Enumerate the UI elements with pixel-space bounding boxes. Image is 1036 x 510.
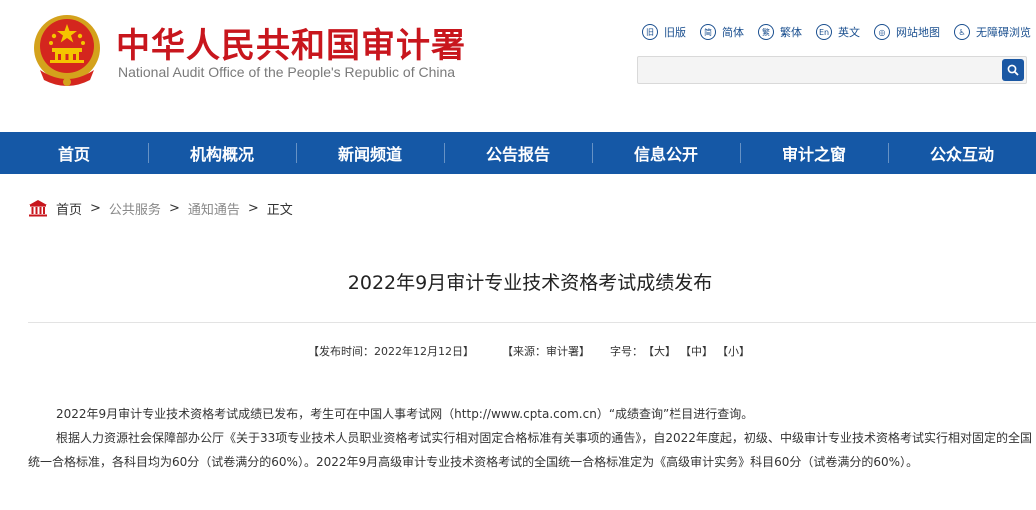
toplink-label: 旧版 <box>664 26 686 39</box>
site-header: 中华人民共和国审计署 National Audit Office of the … <box>0 0 1036 132</box>
nav-audit-window[interactable]: 审计之窗 <box>740 132 888 174</box>
article-source: 【来源：审计署】 <box>502 345 590 358</box>
site-title: 中华人民共和国审计署 <box>116 26 466 66</box>
site-subtitle: National Audit Office of the People's Re… <box>118 64 456 80</box>
toplink-simplified[interactable]: 简 简体 <box>700 24 744 40</box>
article-paragraph: 2022年9月审计专业技术资格考试成绩已发布，考生可在中国人事考试网（http:… <box>56 407 754 421</box>
national-emblem-logo[interactable] <box>30 10 104 90</box>
accessibility-icon: ♿ <box>954 24 970 40</box>
font-size-label: 字号： <box>610 345 643 358</box>
toplink-sitemap[interactable]: ◎ 网站地图 <box>874 24 940 40</box>
nav-about[interactable]: 机构概况 <box>148 132 296 174</box>
traditional-icon: 繁 <box>758 24 774 40</box>
search-box <box>637 56 1027 84</box>
main-nav: 首页 机构概况 新闻频道 公告报告 信息公开 审计之窗 公众互动 <box>0 132 1036 174</box>
font-size-medium-button[interactable]: 【中】 <box>680 343 713 359</box>
toplink-label: 英文 <box>838 26 860 39</box>
nav-interaction[interactable]: 公众互动 <box>888 132 1036 174</box>
simplified-icon: 简 <box>700 24 716 40</box>
breadcrumb-home[interactable]: 首页 <box>56 199 82 218</box>
publish-date: 【发布时间：2022年12月12日】 <box>308 345 474 358</box>
article-paragraph: 根据人力资源社会保障部办公厅《关于33项专业技术人员职业资格考试实行相对固定合格… <box>28 431 1032 469</box>
nav-home[interactable]: 首页 <box>0 132 148 174</box>
article-title: 2022年9月审计专业技术资格考试成绩发布 <box>347 272 713 294</box>
search-button[interactable] <box>1002 59 1024 81</box>
old-version-icon: 旧 <box>642 24 658 40</box>
title-divider <box>28 322 1036 323</box>
toplink-old-version[interactable]: 旧 旧版 <box>642 24 686 40</box>
toplink-english[interactable]: En 英文 <box>816 24 860 40</box>
toplink-label: 简体 <box>722 26 744 39</box>
breadcrumb-separator: > <box>90 200 101 216</box>
search-input[interactable] <box>644 61 994 79</box>
top-links: 旧 旧版 简 简体 繁 繁体 En 英文 ◎ 网站地图 ♿ 无障碍浏览 <box>642 22 1031 42</box>
breadcrumb-current: 正文 <box>266 202 293 218</box>
font-size-large-button[interactable]: 【大】 <box>643 343 676 359</box>
toplink-accessibility[interactable]: ♿ 无障碍浏览 <box>954 24 1031 40</box>
sitemap-icon: ◎ <box>874 24 890 40</box>
nav-reports[interactable]: 公告报告 <box>444 132 592 174</box>
article-body: 2022年9月审计专业技术资格考试成绩已发布，考生可在中国人事考试网（http:… <box>28 402 1032 474</box>
search-icon <box>1007 64 1019 76</box>
english-icon: En <box>816 24 832 40</box>
breadcrumb-separator: > <box>247 200 259 216</box>
toplink-label: 网站地图 <box>896 26 940 39</box>
article-meta: 【发布时间：2022年12月12日】 【来源：审计署】 字号： 【大】 【中】 … <box>308 342 754 360</box>
font-size-small-button[interactable]: 【小】 <box>717 343 750 359</box>
breadcrumb-public-service[interactable]: 公共服务 <box>109 199 161 218</box>
home-building-icon <box>29 200 47 217</box>
toplink-traditional[interactable]: 繁 繁体 <box>758 24 802 40</box>
toplink-label: 无障碍浏览 <box>976 26 1031 39</box>
toplink-label: 繁体 <box>780 26 802 39</box>
nav-info-disclosure[interactable]: 信息公开 <box>592 132 740 174</box>
breadcrumb: 首页 > 公共服务 > 通知通告 > 正文 <box>28 198 293 218</box>
breadcrumb-notices[interactable]: 通知通告 <box>188 199 240 218</box>
breadcrumb-separator: > <box>168 200 180 216</box>
nav-news[interactable]: 新闻频道 <box>296 132 444 174</box>
